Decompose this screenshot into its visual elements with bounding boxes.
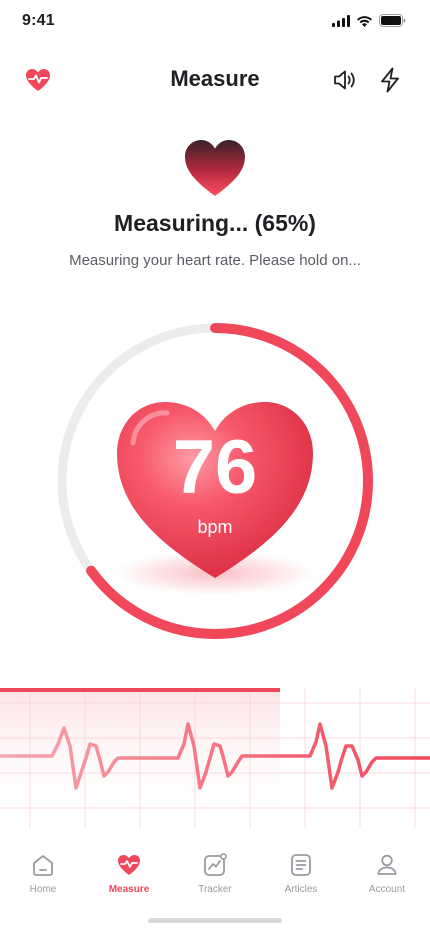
status-bar: 9:41 <box>0 0 430 44</box>
bpm-value: 76 <box>172 425 258 510</box>
nav-measure-label: Measure <box>108 884 150 895</box>
bpm-unit: bpm <box>197 517 233 537</box>
chart-icon <box>204 853 227 876</box>
nav-home-label: Home <box>29 884 57 895</box>
status-icons <box>332 14 406 27</box>
bottom-nav: Home Measure Tracker Articles Account <box>0 840 430 900</box>
measuring-title: Measuring... (65%) <box>114 210 316 236</box>
sound-icon[interactable] <box>330 66 358 94</box>
nav-measure[interactable]: Measure <box>86 840 172 900</box>
signal-icon <box>332 14 350 27</box>
ecg-waveform <box>0 688 430 828</box>
header: Measure <box>0 56 430 104</box>
ecg-progress-bar <box>0 688 280 692</box>
nav-account[interactable]: Account <box>344 840 430 900</box>
battery-icon <box>379 14 406 27</box>
nav-home[interactable]: Home <box>0 840 86 900</box>
home-indicator <box>148 918 282 923</box>
user-icon <box>377 854 397 875</box>
flash-icon[interactable] <box>376 66 404 94</box>
home-icon <box>33 855 53 876</box>
nav-account-label: Account <box>368 884 406 895</box>
nav-articles-label: Articles <box>284 884 318 895</box>
nav-tracker-label: Tracker <box>198 884 232 895</box>
measuring-subtitle: Measuring your heart rate. Please hold o… <box>69 252 361 269</box>
heart-icon <box>185 140 245 196</box>
document-icon <box>291 854 311 876</box>
nav-tracker[interactable]: Tracker <box>172 840 258 900</box>
heart-pulse-icon <box>118 855 140 875</box>
wifi-icon <box>357 15 372 27</box>
nav-articles[interactable]: Articles <box>258 840 344 900</box>
page-title: Measure <box>170 66 260 91</box>
status-time: 9:41 <box>22 12 55 29</box>
